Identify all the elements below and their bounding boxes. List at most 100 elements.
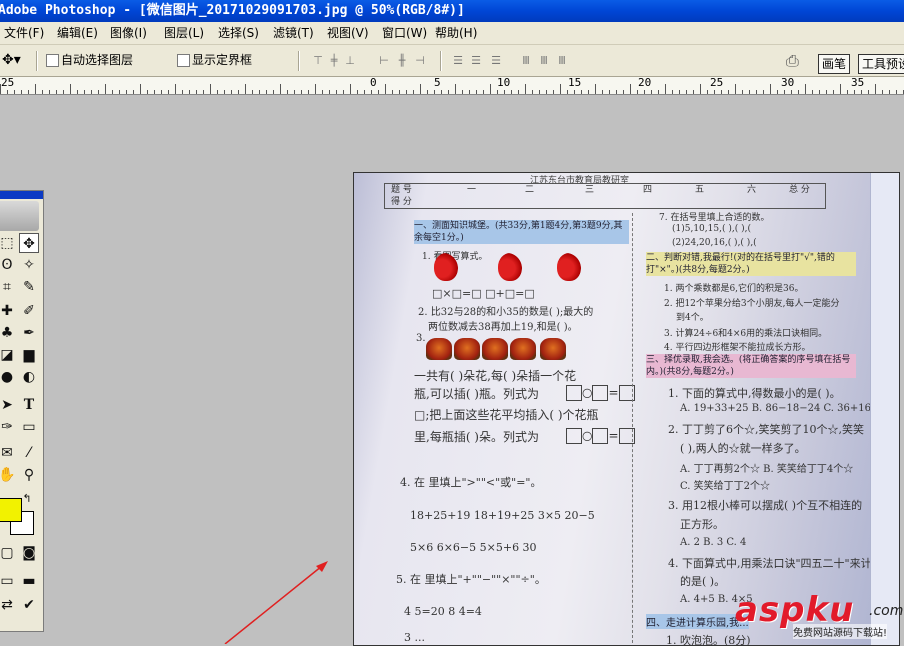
screen-mode-full-icon[interactable]: ▬ bbox=[19, 571, 39, 591]
align-top-icon[interactable]: ⊤ bbox=[312, 55, 324, 67]
crop-tool-icon[interactable]: ⌗ bbox=[0, 277, 17, 297]
distribute-hcenter-icon[interactable]: Ⅲ bbox=[538, 55, 550, 67]
marquee-tool-icon[interactable]: ⬚ bbox=[0, 233, 17, 253]
question-3b: 瓶,可以插( )瓶。列式为 bbox=[414, 387, 539, 401]
align-bottom-icon[interactable]: ⊥ bbox=[344, 55, 356, 67]
judge-2b: 到4个。 bbox=[676, 313, 709, 323]
align-hcenter-icon[interactable]: ╫ bbox=[396, 55, 408, 67]
ruler-tick bbox=[217, 90, 218, 94]
type-tool-icon[interactable]: T bbox=[19, 395, 39, 415]
toolbox-title-bar[interactable] bbox=[0, 191, 43, 199]
ruler-tick bbox=[595, 84, 596, 94]
document-image[interactable]: 江苏东台市教育局教研室 题 号 一 二 三 四 五 六 总 分 得 分 一、测面… bbox=[353, 172, 900, 646]
ruler-tick bbox=[854, 90, 855, 94]
cherry-image bbox=[434, 253, 458, 281]
ruler-tick bbox=[273, 90, 274, 94]
move-tool-icon[interactable]: ✥ bbox=[19, 233, 39, 253]
formula-boxes: ○ = bbox=[566, 428, 635, 444]
clone-stamp-icon[interactable]: ♣ bbox=[0, 323, 17, 343]
shape-tool-icon[interactable]: ▭ bbox=[19, 417, 39, 437]
ruler-tick bbox=[315, 84, 316, 94]
zoom-tool-icon[interactable]: ⚲ bbox=[19, 465, 39, 485]
path-select-icon[interactable]: ➤ bbox=[0, 395, 17, 415]
hand-tool-icon[interactable]: ✋ bbox=[0, 465, 17, 485]
ruler-tick bbox=[672, 90, 673, 94]
distribute-vcenter-icon[interactable]: ☰ bbox=[470, 55, 482, 67]
jump-to-imageready-icon[interactable]: ⇄ bbox=[0, 595, 17, 615]
show-bounding-box-checkbox[interactable] bbox=[177, 54, 190, 67]
ruler-tick bbox=[343, 90, 344, 94]
history-brush-icon[interactable]: ✒ bbox=[19, 323, 39, 343]
ruler-tick bbox=[91, 90, 92, 94]
choice-3c: A. 2 B. 3 C. 4 bbox=[680, 537, 747, 548]
screen-mode-standard-icon[interactable]: ▭ bbox=[0, 571, 17, 591]
question-5a: 4 5=20 8 4=4 bbox=[404, 605, 482, 618]
magic-wand-icon[interactable]: ✧ bbox=[19, 255, 39, 275]
ruler-tick bbox=[252, 90, 253, 94]
ruler-tick bbox=[826, 90, 827, 94]
window-title: Adobe Photoshop - [微信图片_20171029091703.j… bbox=[0, 3, 465, 18]
align-vcenter-icon[interactable]: ╪ bbox=[328, 55, 340, 67]
foreground-color-swatch[interactable] bbox=[0, 498, 22, 522]
question-7a: (1)5,10,15,( ),( ),( bbox=[672, 224, 751, 234]
menu-help[interactable]: 帮助(H) bbox=[433, 25, 479, 41]
ruler-tick bbox=[504, 90, 505, 94]
ruler-tick bbox=[742, 90, 743, 94]
menu-edit[interactable]: 编辑(E) bbox=[55, 25, 100, 41]
options-separator bbox=[298, 51, 300, 71]
menu-layer[interactable]: 图层(L) bbox=[162, 25, 206, 41]
panel-tab-brushes[interactable]: 画笔 bbox=[818, 54, 851, 74]
blur-icon[interactable]: ● bbox=[0, 367, 17, 387]
dodge-icon[interactable]: ◐ bbox=[19, 367, 39, 387]
choice-2d: C. 笑笑给丁丁2个☆ bbox=[680, 481, 771, 492]
align-right-icon[interactable]: ⊣ bbox=[414, 55, 426, 67]
menu-file[interactable]: 文件(F) bbox=[2, 25, 46, 41]
distribute-left-icon[interactable]: Ⅲ bbox=[520, 55, 532, 67]
menu-image[interactable]: 图像(I) bbox=[108, 25, 149, 41]
lasso-tool-icon[interactable]: ʘ bbox=[0, 255, 17, 275]
file-browser-icon[interactable]: ⎙ bbox=[786, 51, 799, 71]
menu-view[interactable]: 视图(V) bbox=[325, 25, 371, 41]
right-page-edge bbox=[870, 173, 899, 645]
pen-tool-icon[interactable]: ✑ bbox=[0, 417, 17, 437]
ruler-tick bbox=[462, 90, 463, 94]
healing-brush-icon[interactable]: ✚ bbox=[0, 301, 17, 321]
menu-window[interactable]: 窗口(W) bbox=[380, 25, 429, 41]
distribute-top-icon[interactable]: ☰ bbox=[452, 55, 464, 67]
ruler-tick bbox=[616, 90, 617, 94]
ruler-tick bbox=[441, 90, 442, 94]
ruler-tick bbox=[154, 90, 155, 94]
ruler-tick bbox=[84, 90, 85, 94]
ruler-tick bbox=[483, 90, 484, 94]
options-separator bbox=[440, 51, 442, 71]
quick-mask-icon[interactable]: ◙ bbox=[19, 543, 39, 563]
menu-filter[interactable]: 滤镜(T) bbox=[271, 25, 316, 41]
distribute-bottom-icon[interactable]: ☰ bbox=[490, 55, 502, 67]
brush-tool-icon[interactable]: ✐ bbox=[19, 301, 39, 321]
slice-tool-icon[interactable]: ✎ bbox=[19, 277, 39, 297]
ruler-tick bbox=[56, 90, 57, 94]
move-tool-preset-icon[interactable]: ✥▾ bbox=[2, 52, 21, 68]
question-3c: □;把上面这些花平均插入( )个花瓶 bbox=[414, 408, 599, 422]
notes-icon[interactable]: ✉ bbox=[0, 443, 17, 463]
eyedropper-icon[interactable]: ⁄ bbox=[19, 443, 39, 463]
auto-select-layer-checkbox[interactable] bbox=[46, 54, 59, 67]
ruler-tick bbox=[329, 90, 330, 94]
ruler-tick bbox=[259, 90, 260, 94]
ruler-tick bbox=[280, 84, 281, 94]
ruler-tick bbox=[42, 90, 43, 94]
distribute-right-icon[interactable]: Ⅲ bbox=[556, 55, 568, 67]
imageready-icon[interactable]: ✔ bbox=[19, 595, 39, 615]
ruler-tick bbox=[448, 90, 449, 94]
menu-select[interactable]: 选择(S) bbox=[216, 25, 261, 41]
ruler-tick bbox=[399, 90, 400, 94]
ruler-tick bbox=[581, 90, 582, 94]
eraser-icon[interactable]: ◪ bbox=[0, 345, 17, 365]
standard-mode-icon[interactable]: ▢ bbox=[0, 543, 17, 563]
ruler-label: 30 bbox=[781, 77, 795, 89]
ruler-tick bbox=[560, 84, 561, 94]
align-left-icon[interactable]: ⊢ bbox=[378, 55, 390, 67]
ruler-tick bbox=[770, 84, 771, 94]
gradient-icon[interactable]: ▆ bbox=[19, 345, 39, 365]
panel-tab-tool-presets[interactable]: 工具预设 bbox=[858, 54, 904, 74]
